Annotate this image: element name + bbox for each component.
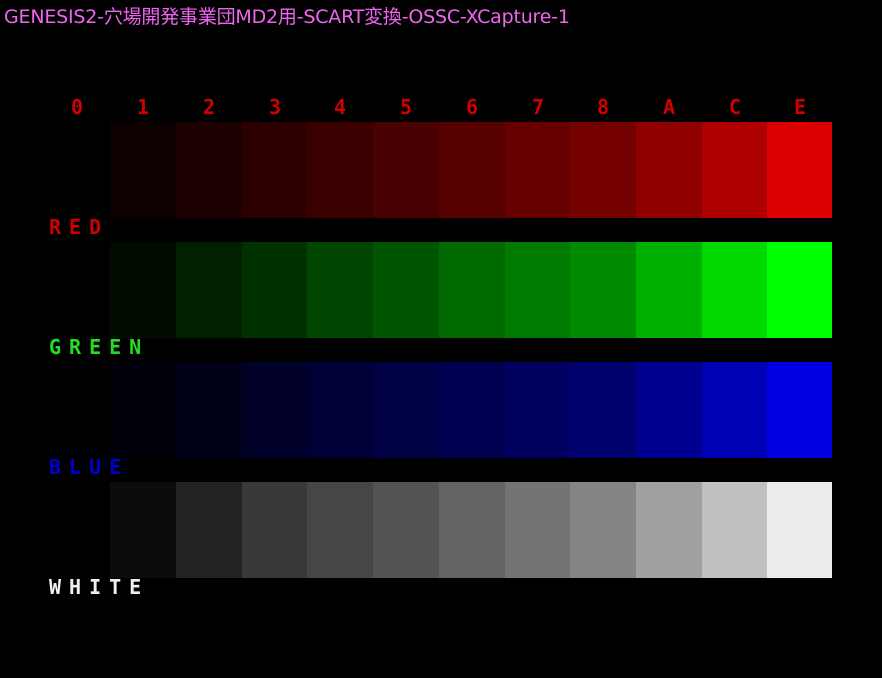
red-swatch-3 (242, 122, 308, 218)
level-label-8: 8 (596, 95, 610, 119)
level-label-0: 0 (70, 95, 84, 119)
green-swatch-5 (373, 242, 439, 338)
white-swatch-5 (373, 482, 439, 578)
white-swatch-7 (505, 482, 571, 578)
blue-swatch-4 (307, 362, 373, 458)
blue-swatch-2 (176, 362, 242, 458)
blue-swatch-7 (505, 362, 571, 458)
white-swatch-3 (242, 482, 308, 578)
green-swatch-7 (505, 242, 571, 338)
level-label-4: 4 (333, 95, 347, 119)
red-swatch-4 (307, 122, 373, 218)
green-swatch-0 (44, 242, 110, 338)
green-swatch-6 (439, 242, 505, 338)
white-swatch-e (767, 482, 832, 578)
blue-row-label: BLUE (49, 455, 130, 479)
level-label-7: 7 (531, 95, 545, 119)
level-label-2: 2 (202, 95, 216, 119)
red-swatch-6 (439, 122, 505, 218)
green-swatch-e (767, 242, 832, 338)
blue-swatch-6 (439, 362, 505, 458)
red-swatch-1 (110, 122, 176, 218)
blue-swatch-a (636, 362, 702, 458)
white-swatch-c (702, 482, 768, 578)
green-row-label: GREEN (49, 335, 150, 359)
blue-swatch-1 (110, 362, 176, 458)
red-swatch-a (636, 122, 702, 218)
red-swatch-2 (176, 122, 242, 218)
blue-swatch-c (702, 362, 768, 458)
blue-swatch-0 (44, 362, 110, 458)
red-swatch-8 (570, 122, 636, 218)
level-label-1: 1 (136, 95, 150, 119)
red-row-label: RED (49, 215, 110, 239)
white-swatch-2 (176, 482, 242, 578)
red-swatch-c (702, 122, 768, 218)
red-swatch-7 (505, 122, 571, 218)
white-swatch-8 (570, 482, 636, 578)
capture-title: GENESIS2-穴場開発事業団MD2用-SCART変換-OSSC-XCaptu… (4, 6, 570, 28)
white-swatch-0 (44, 482, 110, 578)
green-swatch-2 (176, 242, 242, 338)
level-label-3: 3 (268, 95, 282, 119)
level-label-5: 5 (399, 95, 413, 119)
green-swatch-3 (242, 242, 308, 338)
green-swatch-a (636, 242, 702, 338)
green-swatch-4 (307, 242, 373, 338)
level-label-a: A (662, 95, 676, 119)
red-swatch-0 (44, 122, 110, 218)
red-swatch-5 (373, 122, 439, 218)
blue-swatch-5 (373, 362, 439, 458)
white-swatch-1 (110, 482, 176, 578)
blue-swatch-8 (570, 362, 636, 458)
white-swatch-4 (307, 482, 373, 578)
level-label-6: 6 (465, 95, 479, 119)
blue-swatch-3 (242, 362, 308, 458)
white-swatch-a (636, 482, 702, 578)
blue-swatch-e (767, 362, 832, 458)
green-swatch-1 (110, 242, 176, 338)
red-swatch-e (767, 122, 832, 218)
green-swatch-c (702, 242, 768, 338)
level-label-e: E (793, 95, 807, 119)
white-swatch-6 (439, 482, 505, 578)
green-swatch-8 (570, 242, 636, 338)
level-label-c: C (728, 95, 742, 119)
white-row-label: WHITE (49, 575, 150, 599)
